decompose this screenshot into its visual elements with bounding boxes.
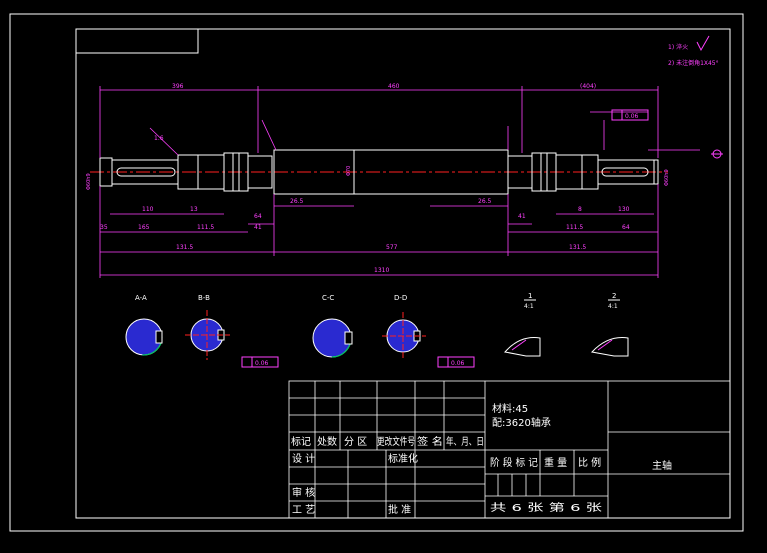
tolerance-frame-3: 0.06: [437, 356, 475, 368]
datum-symbol-icon: [711, 149, 723, 159]
dim-top-left: 396: [172, 83, 184, 90]
detail-2-shape: [591, 337, 629, 357]
dim-small-1: 110: [142, 206, 154, 213]
tb-col-sign: 签 名: [417, 435, 443, 448]
tb-process: 工 艺: [292, 504, 315, 516]
dim-small-5: 8: [578, 206, 582, 213]
tb-weight: 重 量: [544, 456, 567, 469]
section-views: A-A B-B C-C D-D 1 4:1 2 4:1: [125, 292, 629, 360]
dim-dia-mid: Φ70: [346, 166, 352, 176]
dim-left-a: 165: [138, 224, 150, 231]
tb-stage-mark: 阶 段 标 记: [490, 456, 538, 469]
tb-col-zone: 分 区: [344, 436, 367, 448]
tb-part-name: 主轴: [652, 459, 672, 472]
tb-col-count: 处数: [317, 435, 337, 448]
tb-note2: 配:3620轴承: [492, 416, 551, 429]
note-1: 1) 淬火: [668, 43, 688, 51]
dim-top-right: (404): [580, 83, 596, 90]
dim-small-3: 26.5: [290, 198, 304, 205]
detail-1-label: 1: [528, 292, 532, 300]
dim-left-b: 131.5: [176, 244, 193, 251]
section-label-d: D-D: [394, 294, 407, 302]
section-label-c: C-C: [322, 294, 334, 302]
tb-col-date: 年、月、日: [446, 435, 484, 448]
section-label-b: B-B: [198, 294, 210, 302]
dim-dia-left: Φ60h9: [86, 173, 92, 190]
dim-dia-right: Φ60h9: [664, 169, 670, 186]
svg-text:0.06: 0.06: [451, 360, 465, 367]
tb-col-mark: 标记: [291, 436, 311, 448]
tb-sheets: 共 6 张 第 6 张: [490, 501, 602, 514]
tb-col-doc: 更改文件号: [377, 435, 415, 448]
tb-design: 设 计: [292, 452, 315, 465]
tb-approve: 批 准: [388, 503, 411, 516]
dim-right-b: 111.5: [566, 224, 583, 231]
dim-small-4: 26.5: [478, 198, 492, 205]
dim-small-8: 41: [518, 213, 526, 220]
tolerance-frame-2: 0.06: [241, 356, 279, 368]
section-label-a: A-A: [135, 294, 147, 302]
roughness-symbol-icon: [696, 35, 710, 52]
dim-right-a: 64: [622, 224, 630, 231]
svg-text:0.06: 0.06: [625, 113, 639, 120]
dim-small-9: 35: [100, 224, 108, 231]
dim-small-2: 13: [190, 206, 198, 213]
dim-length-mid: 577: [386, 244, 398, 251]
drawing-code-box: [75, 28, 199, 54]
dim-left-d: 41: [254, 224, 262, 231]
detail-1-scale: 4:1: [524, 303, 534, 310]
detail-2-label: 2: [612, 292, 616, 300]
dim-right-c: 131.5: [569, 244, 586, 251]
tb-scale: 比 例: [578, 456, 601, 469]
cad-drawing: 1) 淬火 2) 未注倒角1X45° 396 460 (404) 1310 57…: [9, 13, 744, 532]
title-block: [288, 380, 731, 519]
svg-text:0.06: 0.06: [255, 360, 269, 367]
tolerance-frame-1: 0.06: [611, 109, 649, 121]
tb-material: 材料:45: [492, 402, 528, 415]
dim-small-6: 130: [618, 206, 630, 213]
dim-top-mid: 460: [388, 83, 400, 90]
shaft-elevation: [90, 149, 668, 195]
dim-small-7: 64: [254, 213, 262, 220]
dim-length-overall: 1310: [374, 267, 389, 274]
tb-standard: 标准化: [388, 452, 418, 465]
tb-review: 审 核: [292, 486, 315, 499]
note-2: 2) 未注倒角1X45°: [668, 59, 719, 67]
roughness-value: 1.6: [154, 135, 164, 142]
detail-1-shape: [504, 337, 541, 357]
detail-2-scale: 4:1: [608, 303, 618, 310]
dim-left-c: 111.5: [197, 224, 214, 231]
